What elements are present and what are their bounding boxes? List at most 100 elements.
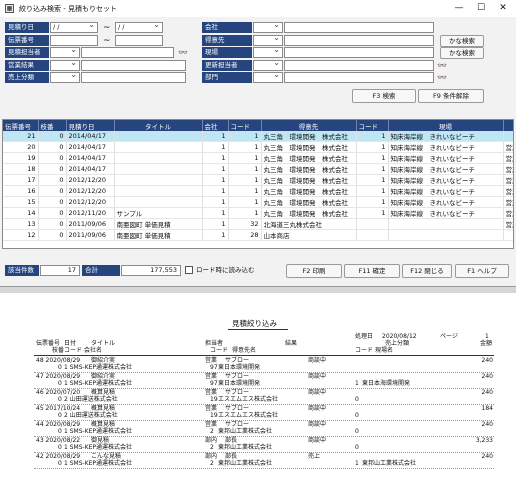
table-cell-customer: 北海道三丸株式会社: [261, 218, 357, 230]
f3-search-button[interactable]: F3 検索: [352, 89, 416, 103]
table-cell-no: 19: [3, 152, 39, 164]
col-header[interactable]: コード: [228, 120, 262, 131]
dept-code[interactable]: [253, 70, 283, 83]
table-row[interactable]: 1302011/09/06南亜図町 単価見積132北海道三丸株式会社 営業: [3, 218, 513, 230]
f12-close-button[interactable]: F12 閉じる: [402, 264, 452, 278]
table-cell-site: [388, 229, 504, 241]
f2-print-button[interactable]: F2 印刷: [286, 264, 342, 278]
estimate-no-to[interactable]: [115, 35, 163, 46]
company-code[interactable]: [253, 20, 283, 33]
r-sitecode: 0: [355, 412, 359, 419]
table-cell-co: 1: [202, 229, 229, 241]
table-cell-co: 1: [202, 131, 229, 142]
table-cell-customer: 山本商店: [261, 229, 357, 241]
r-title: 御見積: [91, 437, 110, 444]
r-company: 1 SMS-KEP通運株式会社: [64, 460, 133, 467]
load-checkbox[interactable]: [185, 266, 193, 274]
table-cell-co: 1: [202, 185, 229, 197]
row-rule: [34, 468, 494, 469]
r-sitename: 東日本海環境開発: [362, 380, 411, 387]
r-amount: 240: [481, 357, 493, 364]
table-row[interactable]: 18 0 2014/04/17 1 1 丸三角 環境開発 株式会社 1 知床海岸線 きれいなビ…: [3, 163, 513, 175]
minimize-button[interactable]: —: [452, 2, 466, 14]
binoculars-icon[interactable]: 👓: [178, 47, 188, 58]
sales-result-name[interactable]: [81, 60, 186, 71]
table-row[interactable]: 21 0 2014/04/17 1 1 丸三角 環境開発 株式会社 1 知床海岸線 きれいなビ…: [3, 131, 513, 142]
r-result: 商談中: [308, 421, 327, 428]
site-name[interactable]: [284, 47, 434, 58]
results-grid[interactable]: 伝票番号 枝番 見積り日 タイトル 会社 コード 得意先 コード 現場 21 0 2…: [2, 119, 514, 249]
r-staff: サブロー: [225, 405, 250, 412]
table-row[interactable]: 15 0 2012/12/20 1 1 丸三角 環境開発 株式会社 1 知床海岸線 きれいなビ…: [3, 196, 513, 208]
estimate-date-from[interactable]: / /: [50, 20, 98, 33]
col-header[interactable]: 得意先: [261, 120, 357, 131]
f1-help-button[interactable]: F1 ヘルプ: [455, 264, 509, 278]
table-row[interactable]: 17 0 2012/12/20 1 1 丸三角 環境開発 株式会社 1 知床海岸線 きれいなビ…: [3, 174, 513, 186]
estimate-staff-name[interactable]: [81, 47, 174, 58]
report-h-branch: 枝番: [52, 347, 65, 354]
table-cell-extra: 営業: [503, 174, 513, 186]
sales-type-name[interactable]: [81, 72, 186, 83]
col-header[interactable]: コード: [356, 120, 389, 131]
sales-type-code[interactable]: [50, 70, 80, 83]
report-h-custname: 得意先名: [232, 347, 257, 354]
kana-search-button-customer[interactable]: かな検索: [440, 35, 484, 47]
count-value: 17: [40, 265, 80, 276]
customer-name[interactable]: [284, 35, 434, 46]
r-no-date: 47 2020/08/29: [36, 373, 81, 380]
table-cell-date: 2012/12/20: [66, 185, 115, 197]
col-header[interactable]: タイトル: [114, 120, 203, 131]
table-cell-no: 18: [3, 163, 39, 175]
r-custcode: 19: [210, 396, 218, 403]
col-header[interactable]: [503, 120, 513, 131]
table-cell-code: 28: [228, 229, 262, 241]
r-amount: 240: [481, 421, 493, 428]
table-cell-no: 15: [3, 196, 39, 208]
table-row[interactable]: 20 0 2014/04/17 1 1 丸三角 環境開発 株式会社 1 知床海岸線 きれいなビ…: [3, 141, 513, 153]
table-cell-co: 1: [202, 141, 229, 153]
table-cell-site: 知床海岸線 きれいなビーチ: [388, 207, 504, 219]
r-staff-group: 営業: [205, 405, 218, 412]
binoculars-icon[interactable]: 👓: [437, 72, 447, 83]
estimate-staff-code[interactable]: [50, 45, 80, 58]
kana-search-button-site[interactable]: かな検索: [440, 47, 484, 59]
estimate-date-to[interactable]: / /: [115, 20, 163, 33]
company-name[interactable]: [284, 22, 434, 33]
maximize-button[interactable]: ☐: [474, 2, 488, 14]
table-row[interactable]: 14 0 2012/11/20 サンプル 1 1 丸三角 環境開発 株式会社 1 知床海岸線 き…: [3, 207, 513, 219]
col-header[interactable]: 見積り日: [66, 120, 115, 131]
dept-name[interactable]: [284, 72, 434, 83]
table-cell-code: 32: [228, 218, 262, 230]
close-button[interactable]: ✕: [496, 2, 510, 14]
col-header[interactable]: 会社: [202, 120, 229, 131]
table-row[interactable]: 16 0 2012/12/20 1 1 丸三角 環境開発 株式会社 1 知床海岸線 きれいなビ…: [3, 185, 513, 197]
page-value: 1: [485, 333, 489, 340]
r-staff: サブロー: [225, 373, 250, 380]
table-cell-scode: 1: [356, 131, 389, 142]
col-header[interactable]: 伝票番号: [3, 120, 39, 131]
f9-clear-button[interactable]: F9 条件解除: [418, 89, 484, 103]
col-header[interactable]: 現場: [388, 120, 504, 131]
load-checkbox-label: ロード時に読み込む: [196, 266, 255, 274]
col-header[interactable]: 枝番: [38, 120, 67, 131]
r-title: 概算見積: [91, 405, 116, 412]
f11-confirm-button[interactable]: F11 確定: [344, 264, 400, 278]
table-row[interactable]: 19 0 2014/04/17 1 1 丸三角 環境開発 株式会社 1 知床海岸線 きれいなビ…: [3, 152, 513, 164]
table-cell-branch: 0: [38, 185, 67, 197]
table-cell-co: 1: [202, 152, 229, 164]
table-cell-extra: 営業: [503, 163, 513, 175]
table-cell-date: 2011/09/06: [66, 218, 115, 230]
binoculars-icon[interactable]: 👓: [437, 60, 447, 71]
updater-name[interactable]: [284, 60, 434, 71]
r-amount: 240: [481, 389, 493, 396]
table-cell-scode: [356, 229, 389, 241]
r-result: 商談中: [308, 357, 327, 364]
report-h-title: タイトル: [91, 340, 116, 347]
table-cell-no: 13: [3, 218, 39, 230]
processed-label: 処理日: [355, 333, 374, 340]
site-code[interactable]: [253, 45, 283, 58]
table-row[interactable]: 12 0 2011/09/06 南亜図町 単価見積 1 28 山本商店: [3, 229, 513, 241]
r-title: 概算見積: [91, 421, 116, 428]
r-no-date: 42 2020/08/29: [36, 453, 81, 460]
table-cell-customer: 丸三角 環境開発 株式会社: [261, 131, 357, 142]
